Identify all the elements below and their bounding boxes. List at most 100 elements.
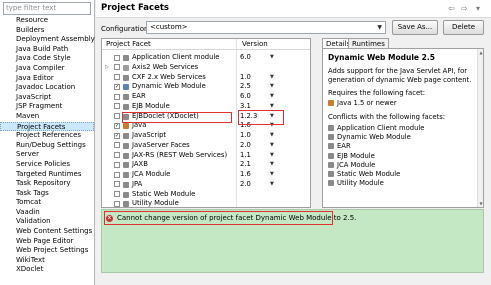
tree-item-javascript[interactable]: JavaScript [0, 93, 94, 103]
tree-item-service-policies[interactable]: Service Policies [0, 160, 94, 170]
back-arrow-icon[interactable]: ⇦ [448, 4, 455, 13]
scroll-up-icon[interactable]: ▲ [478, 50, 483, 55]
table-row[interactable]: Application Client module 6.0 ▼ [102, 53, 310, 63]
tree-item-task-tags[interactable]: Task Tags [0, 189, 94, 199]
facet-checkbox[interactable] [114, 74, 120, 80]
tree-item-java-build-path[interactable]: Java Build Path [0, 45, 94, 55]
tree-item-deployment-assembly[interactable]: Deployment Assembly [0, 35, 95, 45]
version-dropdown-icon[interactable]: ▼ [270, 151, 274, 161]
tree-item-project-facets[interactable]: Project Facets [0, 121, 94, 132]
table-row[interactable]: ▷ Axis2 Web Services [102, 63, 310, 73]
facet-version[interactable]: 6.0 [240, 53, 251, 63]
vertical-scrollbar[interactable]: ▲ ▼ [477, 49, 483, 207]
tree-item-javadoc-location[interactable]: Javadoc Location [0, 83, 94, 93]
view-menu-icon[interactable]: ▾ [476, 4, 480, 13]
facet-checkbox[interactable] [114, 181, 120, 188]
facet-checkbox[interactable] [114, 142, 120, 149]
facet-checkbox[interactable] [114, 113, 120, 119]
tree-item-web-project-settings[interactable]: Web Project Settings [0, 246, 94, 256]
facet-version[interactable]: 6.0 [240, 92, 251, 102]
tree-item-task-repository[interactable]: Task Repository [0, 179, 94, 189]
table-row[interactable]: JPA 2.0 ▼ [102, 180, 310, 190]
page-header: Project Facets ⇦ ⇨ ▾ [96, 0, 491, 18]
error-icon: x [106, 215, 113, 222]
scroll-down-icon[interactable]: ▼ [478, 201, 483, 206]
version-dropdown-icon[interactable]: ▼ [270, 82, 274, 92]
table-row[interactable]: CXF 2.x Web Services 1.0 ▼ [102, 73, 310, 83]
tree-item-tomcat[interactable]: Tomcat [0, 198, 94, 208]
facet-checkbox[interactable] [114, 191, 120, 197]
tree-item-maven[interactable]: Maven [0, 112, 94, 122]
facet-checkbox[interactable]: ✓ [114, 132, 120, 139]
tree-item-validation[interactable]: Validation [0, 217, 94, 227]
requires-label: Requires the following facet: [328, 89, 426, 97]
facet-version[interactable]: 2.0 [240, 180, 251, 190]
page-title: Project Facets [101, 3, 169, 13]
expand-arrow-icon[interactable]: ▷ [105, 63, 109, 73]
facet-version[interactable]: 2.1 [240, 160, 251, 170]
project-facets-page: Project Facets ⇦ ⇨ ▾ Configuration: <cus… [96, 0, 491, 285]
column-header-facet[interactable]: Project Facet [106, 40, 151, 48]
facet-checkbox[interactable] [114, 64, 120, 71]
facet-checkbox[interactable]: ✓ [114, 83, 120, 90]
filter-input[interactable]: type filter text [3, 2, 91, 15]
column-header-version[interactable]: Version [242, 40, 268, 48]
version-dropdown-icon[interactable]: ▼ [270, 53, 274, 63]
facet-checkbox[interactable] [114, 103, 120, 110]
version-dropdown-icon[interactable]: ▼ [270, 170, 274, 180]
tree-item-java-compiler[interactable]: Java Compiler [0, 64, 94, 74]
table-row[interactable]: EAR 6.0 ▼ [102, 92, 310, 102]
tree-item-server[interactable]: Server [0, 150, 94, 160]
forward-arrow-icon[interactable]: ⇨ [461, 4, 468, 13]
tree-item-builders[interactable]: Builders [0, 26, 94, 36]
table-row[interactable]: JavaServer Faces 2.0 ▼ [102, 141, 310, 151]
tree-item-web-page-editor[interactable]: Web Page Editor [0, 237, 94, 247]
facet-icon [123, 123, 129, 130]
tree-item-jsp-fragment[interactable]: JSP Fragment [0, 102, 94, 112]
version-dropdown-icon[interactable]: ▼ [270, 160, 274, 170]
version-dropdown-icon[interactable]: ▼ [270, 92, 274, 102]
tree-item-xdoclet[interactable]: XDoclet [0, 265, 94, 275]
facet-checkbox[interactable] [114, 152, 120, 158]
facet-version[interactable]: 1.0 [240, 73, 251, 83]
tree-item-vaadin[interactable]: Vaadin [0, 208, 94, 218]
version-dropdown-icon[interactable]: ▼ [270, 131, 274, 141]
table-row[interactable]: Static Web Module [102, 190, 310, 200]
tree-item-run-debug-settings[interactable]: Run/Debug Settings [0, 141, 94, 151]
facet-checkbox[interactable] [114, 200, 120, 207]
facet-icon [123, 103, 129, 110]
version-dropdown-icon[interactable]: ▼ [270, 141, 274, 151]
tree-item-resource[interactable]: Resource [0, 16, 94, 26]
tree-item-project-references[interactable]: Project References [0, 131, 94, 141]
facet-checkbox[interactable] [114, 93, 120, 100]
facet-version[interactable]: 2.5 [240, 82, 251, 92]
facet-checkbox[interactable]: ✓ [114, 122, 120, 129]
tree-item-wikitext[interactable]: WikiText [0, 256, 94, 266]
table-row[interactable]: ✓ JavaScript 1.0 ▼ [102, 131, 310, 141]
tree-item-java-editor[interactable]: Java Editor [0, 74, 94, 84]
details-description: generation of dynamic Web page content. [328, 76, 472, 84]
table-row[interactable]: JAXB 2.1 ▼ [102, 160, 310, 170]
table-row[interactable]: JCA Module 1.6 ▼ [102, 170, 310, 180]
facet-version[interactable]: 1.0 [240, 131, 251, 141]
facet-checkbox[interactable] [114, 171, 120, 178]
version-dropdown-icon[interactable]: ▼ [270, 180, 274, 190]
facet-version[interactable]: 2.0 [240, 141, 251, 151]
tree-item-java-code-style[interactable]: Java Code Style [0, 54, 94, 64]
conflict-item: Utility Module [328, 179, 384, 188]
configuration-select[interactable]: <custom> ▼ [146, 21, 386, 34]
facet-icon [123, 84, 129, 91]
facet-checkbox[interactable] [114, 54, 120, 61]
version-dropdown-icon[interactable]: ▼ [270, 73, 274, 83]
facet-version[interactable]: 1.6 [240, 170, 251, 180]
facet-version[interactable]: 1.1 [240, 151, 251, 161]
tree-item-targeted-runtimes[interactable]: Targeted Runtimes [0, 170, 94, 180]
save-as-button[interactable]: Save As... [392, 20, 438, 35]
delete-button[interactable]: Delete [443, 20, 484, 35]
table-row[interactable]: Utility Module [102, 199, 310, 207]
facet-icon [123, 94, 129, 100]
table-row[interactable]: JAX-RS (REST Web Services) 1.1 ▼ [102, 151, 310, 161]
tree-item-web-content-settings[interactable]: Web Content Settings [0, 227, 94, 237]
table-row[interactable]: ✓ Dynamic Web Module 2.5 ▼ [102, 82, 310, 92]
facet-checkbox[interactable] [114, 161, 120, 168]
